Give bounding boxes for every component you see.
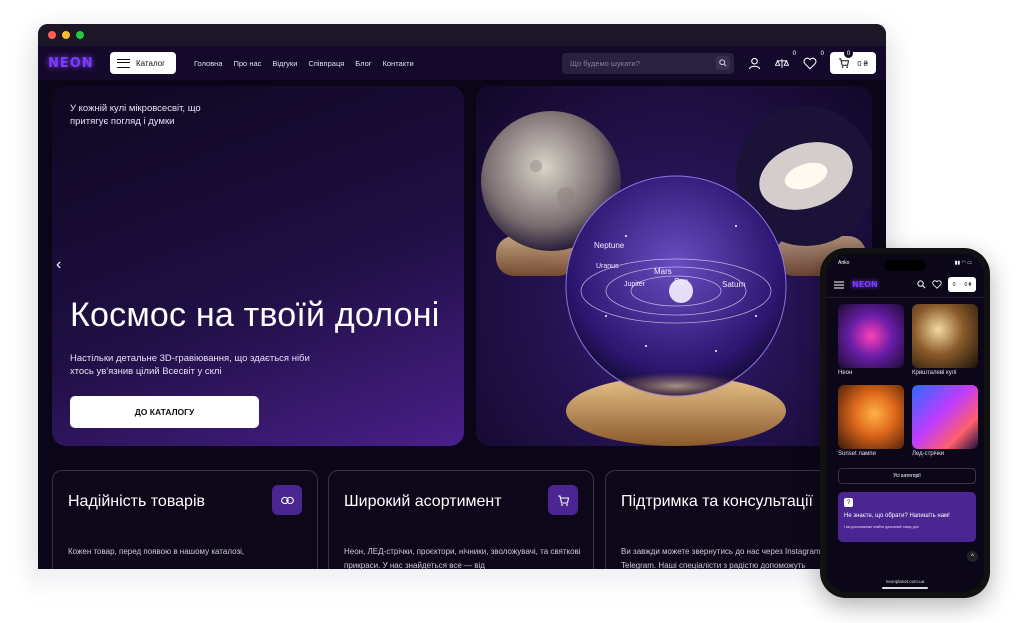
cart-icon <box>548 485 578 515</box>
neon-category-image <box>838 304 904 368</box>
hero-subtitle: Настільки детальне 3D-гравіювання, що зд… <box>70 353 310 377</box>
category-tile-neon[interactable]: Неон <box>838 304 904 381</box>
compare-icon[interactable]: 0 <box>774 51 796 71</box>
search-placeholder: Що будемо шукати? <box>570 58 640 68</box>
label-saturn: Saturn <box>722 280 746 289</box>
sunset-lamps-category-image <box>838 385 904 449</box>
label-mars: Mars <box>654 267 672 276</box>
menu-icon <box>117 58 130 68</box>
help-text: І ми допоможемо знайти ідеальний товар д… <box>844 525 919 529</box>
feature-card-reliability: Надійність товарів Кожен товар, перед по… <box>52 470 318 569</box>
mobile-cart-count: 0 <box>952 281 956 288</box>
site-header: NEON Каталог Головна Про нас Відгуки Спі… <box>38 46 886 80</box>
cart-count-badge: 0 <box>844 49 853 58</box>
feature-card-assortment: Широкий асортимент Неон, ЛЕД-стрічки, пр… <box>328 470 594 569</box>
home-indicator[interactable] <box>882 587 928 589</box>
category-tile-led-strips[interactable]: Лед-стрічки <box>912 385 978 462</box>
question-icon: ? <box>844 498 853 507</box>
header-icons: 0 0 0 0 ₴ <box>746 49 876 74</box>
window-chrome <box>38 24 886 46</box>
label-uranus: Uranus <box>596 263 619 270</box>
signal-wifi-battery-icon: ▮▮ ◠ ▭ <box>954 260 972 266</box>
mobile-header-icons: 0 0 ₴ <box>917 276 976 294</box>
main-nav: Головна Про нас Відгуки Співпраця Блог К… <box>194 59 414 68</box>
feature-title: Надійність товарів <box>68 493 205 510</box>
nav-link-about[interactable]: Про нас <box>234 59 262 68</box>
mobile-menu-icon[interactable] <box>834 276 844 294</box>
desktop-browser-window: NEON Каталог Головна Про нас Відгуки Спі… <box>38 24 886 569</box>
mobile-logo[interactable]: NEON <box>852 280 878 289</box>
site-logo[interactable]: NEON <box>48 56 110 71</box>
feature-title: Широкий асортимент <box>344 493 502 510</box>
feature-text: Кожен товар, перед появою в нашому катал… <box>68 547 245 556</box>
mobile-wishlist-heart-icon[interactable] <box>932 276 942 294</box>
nav-link-blog[interactable]: Блог <box>355 59 371 68</box>
catalog-button[interactable]: Каталог <box>110 52 176 74</box>
help-banner[interactable]: ? Не знаєте, що обрати? Напишіть нам! І … <box>838 492 976 542</box>
category-label: Sunset лампи <box>838 451 876 457</box>
scroll-to-top-chevron-icon[interactable]: ^ <box>967 551 978 562</box>
nav-link-reviews[interactable]: Відгуки <box>272 59 297 68</box>
nav-link-contacts[interactable]: Контакти <box>383 59 414 68</box>
mobile-phone-mockup: Ariko ▮▮ ◠ ▭ NEON 0 0 ₴ Неон Кришталеві … <box>820 248 990 598</box>
minimize-window-button[interactable] <box>62 31 70 39</box>
mockup-stage: NEON Каталог Головна Про нас Відгуки Спі… <box>0 0 1024 623</box>
mobile-screen: Ariko ▮▮ ◠ ▭ NEON 0 0 ₴ Неон Кришталеві … <box>826 254 984 592</box>
mobile-cart-button[interactable]: 0 0 ₴ <box>948 277 976 292</box>
hero-tagline: У кожній кулі мікровсесвіт, що притягує … <box>70 103 201 127</box>
category-label: Кришталеві кулі <box>912 370 957 376</box>
hero-title: Космос на твоїй долоні <box>70 296 440 334</box>
close-window-button[interactable] <box>48 31 56 39</box>
category-label: Неон <box>838 370 853 376</box>
dynamic-island <box>884 260 926 271</box>
compare-count: 0 <box>792 51 796 57</box>
wishlist-count: 0 <box>820 51 824 57</box>
all-categories-button[interactable]: Усі категорії <box>838 468 976 484</box>
category-tile-sunset-lamps[interactable]: Sunset лампи <box>838 385 904 462</box>
led-strips-category-image <box>912 385 978 449</box>
label-neptune: Neptune <box>594 241 625 250</box>
search-icon[interactable] <box>716 56 730 70</box>
mobile-url: neonplanet.com.ua <box>885 579 925 584</box>
label-jupiter: Jupiter <box>624 281 646 288</box>
cart-button[interactable]: 0 0 ₴ <box>830 49 876 74</box>
window-reflection <box>38 569 886 599</box>
carrier-label: Ariko <box>838 260 850 266</box>
label-sun: Sun <box>674 277 688 286</box>
cart-total: 0 ₴ <box>857 58 868 68</box>
hero-slide-text: У кожній кулі мікровсесвіт, що притягує … <box>52 86 464 446</box>
mobile-category-grid: Неон Кришталеві кулі Sunset лампи Лед-ст… <box>826 298 984 462</box>
slider-prev-arrow-icon[interactable]: ‹ <box>56 256 61 274</box>
hero-image-crystal-balls: Neptune Uranus Jupiter Mars Sun Saturn <box>476 86 872 446</box>
search-input[interactable]: Що будемо шукати? <box>562 52 734 74</box>
catalog-button-label: Каталог <box>136 58 166 68</box>
to-catalog-button[interactable]: ДО КАТАЛОГУ <box>70 396 259 428</box>
feature-title: Підтримка та консультації <box>621 493 813 510</box>
mobile-search-icon[interactable] <box>917 276 926 294</box>
category-label: Лед-стрічки <box>912 451 945 457</box>
category-tile-crystal-balls[interactable]: Кришталеві кулі <box>912 304 978 381</box>
nav-link-partnership[interactable]: Співпраця <box>308 59 344 68</box>
user-icon[interactable] <box>746 55 762 71</box>
crystal-balls-category-image <box>912 304 978 368</box>
link-icon <box>272 485 302 515</box>
help-title: Не знаєте, що обрати? Напишіть нам! <box>844 513 950 519</box>
mobile-header: NEON 0 0 ₴ <box>826 272 984 298</box>
feature-text: Неон, ЛЕД-стрічки, проєктори, нічники, з… <box>344 547 581 569</box>
nav-link-home[interactable]: Головна <box>194 59 223 68</box>
mobile-cart-total: 0 ₴ <box>964 281 972 288</box>
cart-icon <box>839 58 850 68</box>
maximize-window-button[interactable] <box>76 31 84 39</box>
wishlist-heart-icon[interactable]: 0 <box>802 51 824 71</box>
